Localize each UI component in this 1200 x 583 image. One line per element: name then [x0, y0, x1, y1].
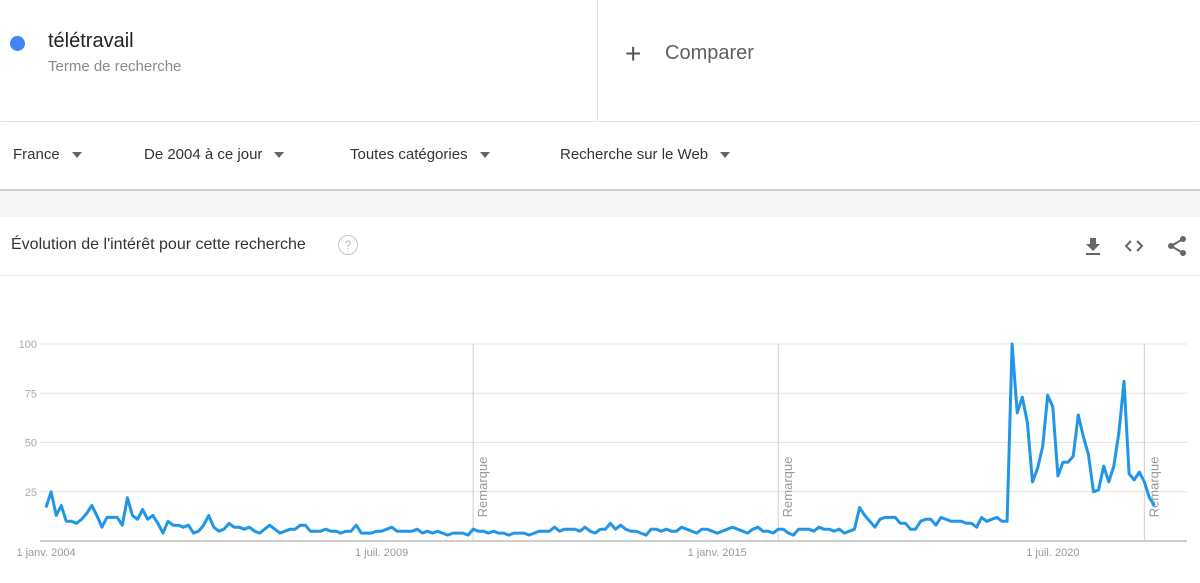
header: télétravail Terme de recherche + Compare… — [0, 0, 1200, 122]
y-tick-label: 25 — [25, 487, 37, 499]
download-icon[interactable] — [1081, 234, 1105, 258]
y-tick-label: 75 — [25, 388, 37, 400]
chart-card-title: Évolution de l'intérêt pour cette recher… — [11, 236, 306, 253]
y-tick-label: 50 — [25, 438, 37, 450]
filter-category-label: Toutes catégories — [350, 146, 468, 163]
interest-over-time-chart: 100 75 50 25 Remarque Remarque Remarque 1 janv.… — [0, 276, 1200, 578]
line-chart: 100 75 50 25 Remarque Remarque Remarque 1 janv.… — [16, 339, 1187, 559]
embed-icon[interactable] — [1122, 234, 1146, 258]
annotation-label: Remarque — [1146, 457, 1161, 518]
plus-icon: + — [625, 37, 642, 69]
caret-down-icon — [479, 151, 490, 158]
compare-label: Comparer — [665, 42, 754, 64]
x-tick-label: 1 janv. 2015 — [688, 547, 747, 559]
search-term-subtitle: Terme de recherche — [48, 58, 182, 75]
share-icon[interactable] — [1165, 234, 1189, 258]
filter-region-label: France — [13, 146, 60, 163]
filter-search-type-label: Recherche sur le Web — [560, 146, 709, 163]
annotation-label: Remarque — [475, 457, 490, 518]
filter-search-type-dropdown[interactable]: Recherche sur le Web — [560, 146, 731, 163]
x-tick-label: 1 janv. 2004 — [16, 547, 75, 559]
filter-region-dropdown[interactable]: France — [13, 146, 82, 163]
x-tick-label: 1 juil. 2020 — [1026, 547, 1079, 559]
caret-down-icon — [274, 151, 285, 158]
annotation-label: Remarque — [780, 457, 795, 518]
series-line — [44, 342, 1156, 537]
section-divider — [0, 191, 1200, 217]
filter-category-dropdown[interactable]: Toutes catégories — [350, 146, 490, 163]
caret-down-icon — [720, 151, 731, 158]
chart-card-header: Évolution de l'intérêt pour cette recher… — [0, 217, 1200, 276]
search-term-panel[interactable]: télétravail Terme de recherche — [0, 0, 598, 121]
y-tick-label: 100 — [19, 339, 37, 351]
caret-down-icon — [71, 151, 82, 158]
filter-bar: France De 2004 à ce jour Toutes catégori… — [0, 122, 1200, 191]
filter-period-label: De 2004 à ce jour — [144, 146, 263, 163]
filter-period-dropdown[interactable]: De 2004 à ce jour — [144, 146, 285, 163]
compare-button[interactable]: + Comparer — [625, 37, 754, 69]
search-term-name[interactable]: télétravail — [48, 30, 134, 53]
series-color-dot — [10, 36, 25, 51]
help-icon[interactable]: ? — [338, 235, 358, 255]
x-tick-label: 1 juil. 2009 — [355, 547, 408, 559]
